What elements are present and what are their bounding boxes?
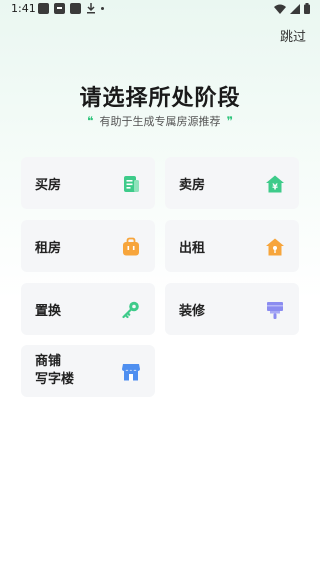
option-label: 卖房 (179, 178, 206, 193)
house-key-icon (266, 238, 284, 256)
quote-close-icon: ❞ (226, 114, 233, 128)
notification-icons (38, 3, 104, 14)
shop-icon (122, 364, 140, 381)
option-rent-card[interactable]: 租房 (21, 220, 155, 272)
option-label: 买房 (35, 178, 62, 193)
option-buy-card[interactable]: 买房 (21, 157, 155, 209)
option-label: 装修 (179, 304, 206, 319)
option-swap-card[interactable]: 置换 (21, 283, 155, 335)
battery-icon (304, 3, 310, 14)
download-icon (87, 3, 95, 14)
option-label: 出租 (179, 241, 206, 256)
subtitle-text: 有助于生成专属房源推荐 (99, 115, 221, 128)
more-notifications-icon (101, 7, 104, 10)
key-icon (122, 301, 139, 319)
option-label: 置换 (35, 304, 62, 319)
document-icon (124, 176, 139, 192)
house-yen-icon: ¥ (266, 175, 284, 193)
wifi-icon (274, 4, 286, 14)
option-let-card[interactable]: 出租 (165, 220, 299, 272)
svg-text:¥: ¥ (272, 183, 278, 192)
option-commercial-card[interactable]: 商铺 写字楼 (21, 345, 155, 397)
option-label: 租房 (35, 241, 62, 256)
message-notification-icon (54, 3, 65, 14)
bag-icon (123, 237, 139, 256)
status-time: 1:41 (11, 2, 36, 15)
option-label-line1: 商铺 (35, 354, 62, 369)
quote-open-icon: ❝ (87, 114, 94, 128)
status-bar: 1:41 (0, 0, 320, 18)
skip-button[interactable]: 跳过 (280, 26, 306, 45)
option-renovate-card[interactable]: 装修 (165, 283, 299, 335)
app-notification-icon (38, 3, 49, 14)
option-label: 商铺 写字楼 (35, 353, 105, 389)
option-sell-card[interactable]: 卖房 ¥ (165, 157, 299, 209)
app-notification-icon (70, 3, 81, 14)
system-icons (274, 3, 310, 14)
page-title: 请选择所处阶段 (79, 86, 241, 111)
signal-icon (290, 3, 300, 14)
page-subtitle: ❝ 有助于生成专属房源推荐 ❞ (0, 113, 320, 129)
brush-icon (267, 302, 283, 319)
option-label-line2: 写字楼 (35, 372, 75, 387)
